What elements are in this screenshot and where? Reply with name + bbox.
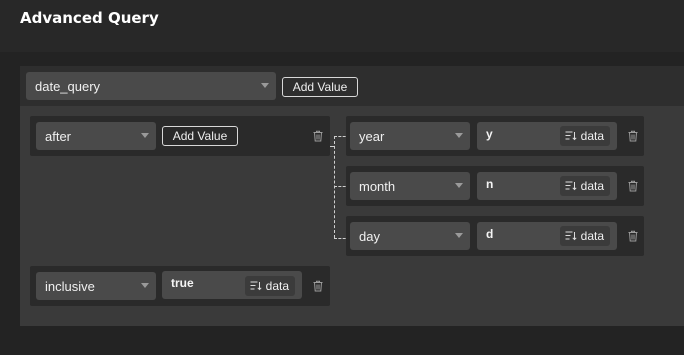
root-field-select[interactable]: date_query: [26, 72, 276, 100]
chevron-down-icon: [455, 133, 463, 138]
month-field-select[interactable]: month: [350, 172, 470, 200]
chevron-down-icon: [141, 283, 149, 288]
page-title: Advanced Query: [20, 9, 159, 27]
chevron-down-icon: [261, 83, 269, 88]
month-data-source-button[interactable]: data: [560, 176, 610, 196]
inclusive-data-source-button[interactable]: data: [245, 276, 295, 296]
year-data-source-button[interactable]: data: [560, 126, 610, 146]
sort-data-icon: [565, 231, 577, 241]
day-value-text: d: [486, 227, 494, 241]
trash-icon[interactable]: [627, 130, 639, 142]
inclusive-data-label: data: [265, 279, 289, 293]
after-field-select[interactable]: after: [36, 122, 156, 150]
root-field-label: date_query: [35, 78, 101, 94]
root-add-value-button[interactable]: Add Value: [282, 77, 358, 97]
day-field-label: day: [359, 228, 380, 244]
inclusive-field-label: inclusive: [45, 278, 95, 294]
chevron-down-icon: [455, 233, 463, 238]
inclusive-field-select[interactable]: inclusive: [36, 272, 156, 300]
day-data-label: data: [580, 229, 604, 243]
sort-data-icon: [565, 131, 577, 141]
month-data-label: data: [580, 179, 604, 193]
day-field-select[interactable]: day: [350, 222, 470, 250]
year-data-label: data: [580, 129, 604, 143]
trash-icon[interactable]: [627, 230, 639, 242]
year-value-text: y: [486, 127, 493, 141]
day-data-source-button[interactable]: data: [560, 226, 610, 246]
year-field-label: year: [359, 128, 385, 144]
trash-icon[interactable]: [312, 130, 324, 142]
trash-icon[interactable]: [627, 180, 639, 192]
month-value-text: n: [486, 177, 494, 191]
after-add-value-button[interactable]: Add Value: [162, 126, 238, 146]
chevron-down-icon: [141, 133, 149, 138]
sort-data-icon: [250, 281, 262, 291]
after-field-label: after: [45, 128, 72, 144]
trash-icon[interactable]: [312, 280, 324, 292]
year-field-select[interactable]: year: [350, 122, 470, 150]
sort-data-icon: [565, 181, 577, 191]
chevron-down-icon: [455, 183, 463, 188]
tree-connector: [334, 136, 335, 238]
inclusive-value-text: true: [171, 276, 194, 290]
month-field-label: month: [359, 178, 396, 194]
